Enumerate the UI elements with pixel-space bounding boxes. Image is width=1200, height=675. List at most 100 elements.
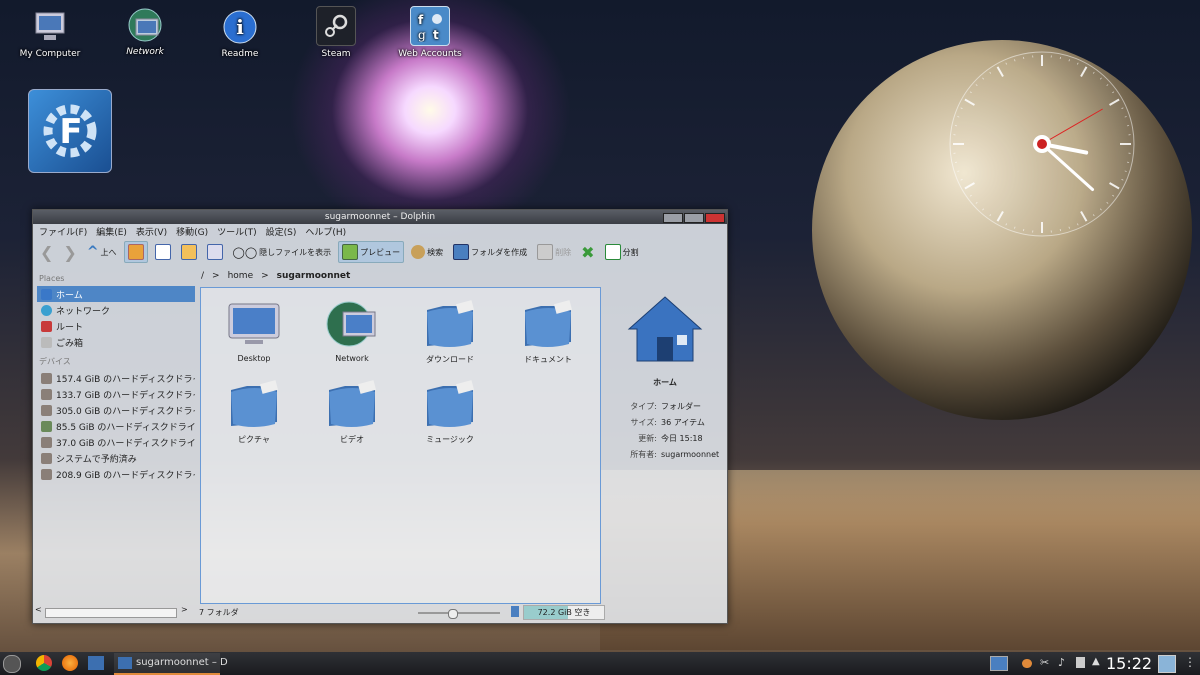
device-item[interactable]: 133.7 GiB のハードディスクドライブ (37, 386, 195, 402)
desktop-icon-my-computer[interactable]: My Computer (10, 8, 90, 59)
device-item[interactable]: 37.0 GiB のハードディスクドライブ (37, 434, 195, 450)
plasma-toolbox-icon[interactable]: ⋮ (1184, 655, 1196, 669)
maximize-button[interactable] (684, 213, 704, 223)
tray-expand-icon[interactable]: ▲ (1092, 656, 1100, 667)
app-launcher-button[interactable] (3, 655, 21, 673)
zoom-slider-handle[interactable] (448, 609, 458, 619)
new-folder-button[interactable]: フォルダを作成 (450, 242, 530, 262)
breadcrumb-current[interactable]: sugarmoonnet (277, 271, 351, 281)
icons-view-icon (127, 244, 144, 260)
hard-disk-icon (41, 404, 52, 416)
device-item[interactable]: 305.0 GiB のハードディスクドライブ (37, 402, 195, 418)
file-item-network[interactable]: Network (307, 298, 397, 363)
split-button[interactable]: 分割 (602, 242, 642, 262)
minimize-button[interactable] (663, 213, 683, 223)
place-item-home[interactable]: ホーム (37, 286, 195, 302)
tools-button[interactable]: ✖ (578, 241, 597, 264)
columns-view-button[interactable] (178, 242, 200, 262)
root-folder-icon (41, 320, 52, 332)
back-button[interactable]: ❮ (37, 241, 56, 264)
details-view-button[interactable] (152, 242, 174, 262)
file-item-videos[interactable]: ビデオ (307, 378, 397, 445)
clipboard-icon[interactable]: ✂ (1040, 656, 1049, 669)
arrow-right-icon: ❯ (63, 242, 77, 262)
file-view[interactable]: Desktop Network ダウンロード ドキュメント ピクチャ ビデオ ミ… (200, 287, 601, 604)
device-item[interactable]: 208.9 GiB のハードディスクドライブ (37, 466, 195, 482)
info-key: 所有者: (630, 449, 657, 459)
info-key: 更新: (638, 433, 657, 443)
kde-logo-icon[interactable]: F (28, 89, 112, 173)
menu-file[interactable]: ファイル(F) (39, 225, 87, 238)
show-desktop-icon[interactable] (1158, 655, 1176, 673)
show-hidden-button[interactable]: ◯◯ 隠しファイルを表示 (230, 244, 335, 261)
place-item-root[interactable]: ルート (37, 318, 195, 334)
zoom-slider[interactable] (418, 609, 500, 619)
menu-help[interactable]: ヘルプ(H) (305, 225, 346, 238)
place-item-trash[interactable]: ごみ箱 (37, 334, 195, 350)
arrow-up-icon: ^ (86, 244, 99, 260)
file-item-downloads[interactable]: ダウンロード (405, 298, 495, 365)
icons-view-button[interactable] (123, 241, 148, 263)
taskbar-clock[interactable]: 15:22 (1106, 654, 1152, 673)
desktop-icon-steam[interactable]: Steam (296, 6, 376, 59)
place-item-network[interactable]: ネットワーク (37, 302, 195, 318)
columns-view-icon (180, 244, 197, 260)
file-item-music[interactable]: ミュージック (405, 378, 495, 445)
dolphin-window: sugarmoonnet – Dolphin ファイル(F) 編集(E) 表示(… (32, 209, 728, 624)
notifications-icon[interactable] (1022, 659, 1032, 668)
breadcrumb-home[interactable]: home (228, 271, 254, 281)
desktop-pager-icon[interactable] (990, 656, 1008, 671)
hard-disk-icon (41, 372, 52, 384)
taskbar: sugarmoonnet – D ✂ ♪ ▲ 15:22 ⋮ (0, 652, 1200, 675)
menu-view[interactable]: 表示(V) (136, 225, 167, 238)
forward-button[interactable]: ❯ (60, 241, 79, 264)
desktop-icon-readme[interactable]: i Readme (200, 8, 280, 59)
window-title: sugarmoonnet – Dolphin (324, 212, 436, 222)
task-item-dolphin[interactable]: sugarmoonnet – D (114, 653, 228, 675)
folder-icon (323, 378, 381, 430)
compact-view-button[interactable] (204, 242, 226, 262)
device-label: 37.0 GiB のハードディスクドライブ (56, 438, 195, 449)
menu-settings[interactable]: 設定(S) (266, 225, 297, 238)
device-notifier-icon[interactable] (1076, 657, 1085, 668)
window-titlebar[interactable]: sugarmoonnet – Dolphin (33, 210, 727, 224)
menu-edit[interactable]: 編集(E) (96, 225, 127, 238)
places-scrollbar[interactable] (45, 608, 177, 618)
device-label: システムで予約済み (56, 454, 137, 465)
hard-disk-icon (41, 452, 52, 464)
file-item-pictures[interactable]: ピクチャ (209, 378, 299, 445)
menu-tools[interactable]: ツール(T) (217, 225, 257, 238)
desktop-icon-network[interactable]: Network (105, 6, 185, 57)
desktop-icon-web-accounts[interactable]: fgt Web Accounts (390, 6, 470, 59)
folder-icon (421, 298, 479, 350)
close-button[interactable] (705, 213, 725, 223)
trash-icon (41, 336, 52, 348)
folder-icon (519, 298, 577, 350)
network-icon (126, 6, 164, 44)
device-item[interactable]: 85.5 GiB のハードディスクドライブ (37, 418, 195, 434)
desktop-icon-label: Readme (221, 49, 259, 59)
file-item-documents[interactable]: ドキュメント (503, 298, 593, 365)
file-item-desktop[interactable]: Desktop (209, 298, 299, 363)
info-icon: i (221, 8, 259, 46)
steam-icon (316, 6, 356, 46)
preview-button[interactable]: プレビュー (338, 241, 405, 263)
breadcrumb-root[interactable]: / (201, 271, 204, 281)
desktop-folder-icon (225, 298, 283, 350)
toolbar: ❮ ❯ ^ 上へ ◯◯ 隠しファイルを表示 プレビュー 検索 フォルダを作成 削除 … (33, 239, 727, 265)
menu-go[interactable]: 移動(G) (176, 225, 208, 238)
info-row-owner: 所有者: sugarmoonnet (609, 446, 721, 462)
hard-disk-icon (41, 420, 52, 432)
device-label: 208.9 GiB のハードディスクドライブ (56, 470, 195, 481)
search-button[interactable]: 検索 (408, 243, 446, 261)
chrome-icon[interactable] (36, 655, 52, 671)
scroll-left-icon[interactable]: < (35, 605, 42, 614)
up-button[interactable]: ^ 上へ (84, 242, 120, 262)
device-item[interactable]: 157.4 GiB のハードディスクドライブ (37, 370, 195, 386)
firefox-icon[interactable] (62, 655, 78, 671)
scroll-right-icon[interactable]: > (181, 605, 188, 614)
device-item[interactable]: システムで予約済み (37, 450, 195, 466)
delete-button[interactable]: 削除 (534, 242, 574, 262)
volume-icon[interactable]: ♪ (1058, 656, 1065, 669)
file-manager-icon[interactable] (88, 656, 104, 670)
